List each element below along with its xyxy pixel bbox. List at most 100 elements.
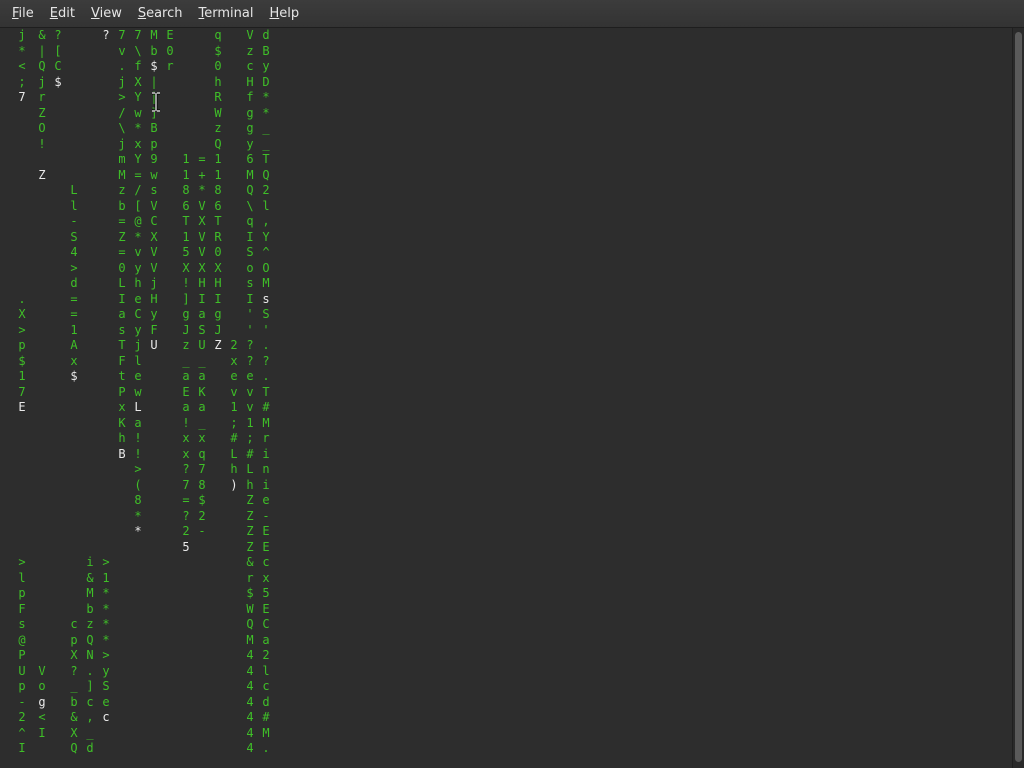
rain-glyph: ? [70,663,78,678]
rain-glyph: _ [262,136,270,151]
rain-glyph: d [262,28,270,42]
rain-glyph: l [262,663,270,678]
rain-glyph: > [118,90,126,104]
rain-glyph: s [150,183,158,197]
rain-glyph: $ [54,74,62,89]
rain-glyph: M [262,415,270,430]
menu-edit[interactable]: Edit [42,0,83,28]
rain-glyph: @ [18,632,26,647]
rain-glyph: * [134,524,142,538]
rain-glyph: 1 [182,167,190,182]
rain-glyph: Z [246,508,254,523]
rain-glyph: a [198,307,206,321]
rain-glyph: T [262,152,270,166]
rain-glyph: g [214,307,222,321]
rain-glyph: ; [246,431,254,445]
rain-glyph: t [118,369,126,383]
rain-glyph: * [134,121,142,135]
rain-glyph: # [246,446,254,461]
text-cursor-icon [152,92,160,112]
rain-glyph: W [246,601,254,616]
rain-glyph: $ [246,586,254,600]
rain-glyph: 2 [182,524,190,538]
rain-glyph: x [182,431,190,445]
rain-glyph: ? [246,338,254,352]
rain-glyph: O [38,121,46,135]
rain-glyph: H [214,276,222,290]
rain-glyph: 4 [246,679,254,693]
rain-glyph: F [118,353,126,368]
rain-glyph: J [214,322,222,337]
rain-glyph: Q [70,741,78,755]
rain-glyph: j [118,136,126,151]
rain-glyph: # [230,431,238,445]
rain-glyph: L [134,400,142,414]
rain-glyph: b [118,198,126,213]
rain-glyph: R [214,229,222,244]
rain-glyph: I [246,229,254,244]
menu-file[interactable]: File [4,0,42,28]
rain-glyph: 6 [214,198,222,213]
rain-glyph: 8 [134,493,142,507]
rain-glyph: \ [118,121,126,135]
rain-glyph: ! [134,431,142,445]
rain-glyph: L [230,446,238,461]
rain-glyph: ] [86,679,94,693]
rain-glyph: M [262,276,270,290]
rain-glyph: ; [18,74,26,89]
rain-glyph: g [182,307,190,321]
rain-glyph: 7 [18,384,26,399]
rain-glyph: r [166,59,174,73]
rain-glyph: e [102,694,110,709]
rain-glyph: C [54,59,62,73]
rain-glyph: c [70,617,78,631]
rain-column: & | Qj r Z O! Z Vo g < I [36,28,48,741]
rain-glyph: * [102,601,110,616]
rain-glyph: Z [118,229,126,244]
rain-glyph: M [246,632,254,647]
rain-glyph: > [18,555,26,569]
rain-glyph: | [38,43,46,58]
rain-glyph: Z [246,539,254,554]
menu-terminal[interactable]: Terminal [191,0,262,28]
rain-glyph: a [198,369,206,383]
rain-glyph: v [246,400,254,414]
rain-glyph: * [198,183,206,197]
rain-glyph: a [262,632,270,647]
menu-search[interactable]: Search [130,0,191,28]
rain-glyph: 4 [246,710,254,724]
rain-glyph: p [18,338,26,352]
rain-glyph: 1 [182,229,190,244]
scrollbar-thumb[interactable] [1015,32,1022,762]
rain-glyph: r [38,90,46,104]
rain-glyph: z [182,338,190,352]
rain-glyph: 4 [246,741,254,755]
rain-glyph: j [134,338,142,352]
menu-help[interactable]: Help [261,0,307,28]
rain-glyph: Y [134,152,142,166]
rain-glyph: ? [262,353,270,368]
terminal-output[interactable]: j * <; 7. X > p $1 7 E > l p Fs @ P Up -2 ^ I & | Qj r Z O! Z Vo g < I… [0,28,1012,768]
rain-glyph: [ [54,43,62,58]
rain-glyph: - [18,694,26,709]
rain-glyph: 7 [118,28,126,42]
rain-glyph: = [118,245,126,259]
rain-glyph: S [262,307,270,321]
rain-glyph: 2 [198,508,206,523]
rain-glyph: z [214,121,222,135]
rain-glyph: 0 [214,245,222,259]
rain-column: 2 x e v 1; # Lh) [228,28,240,757]
rain-glyph: x [182,446,190,461]
rain-glyph: r [262,431,270,445]
rain-glyph: * [18,43,26,58]
vertical-scrollbar[interactable] [1012,28,1024,768]
rain-glyph: S [70,229,78,244]
rain-glyph: 1 [18,369,26,383]
menu-view[interactable]: View [83,0,130,28]
rain-glyph: y [262,59,270,73]
rain-glyph: p [70,632,78,647]
rain-glyph: . [262,369,270,383]
rain-glyph: l [134,353,142,368]
rain-glyph: z [246,43,254,58]
rain-glyph: m [118,152,126,166]
